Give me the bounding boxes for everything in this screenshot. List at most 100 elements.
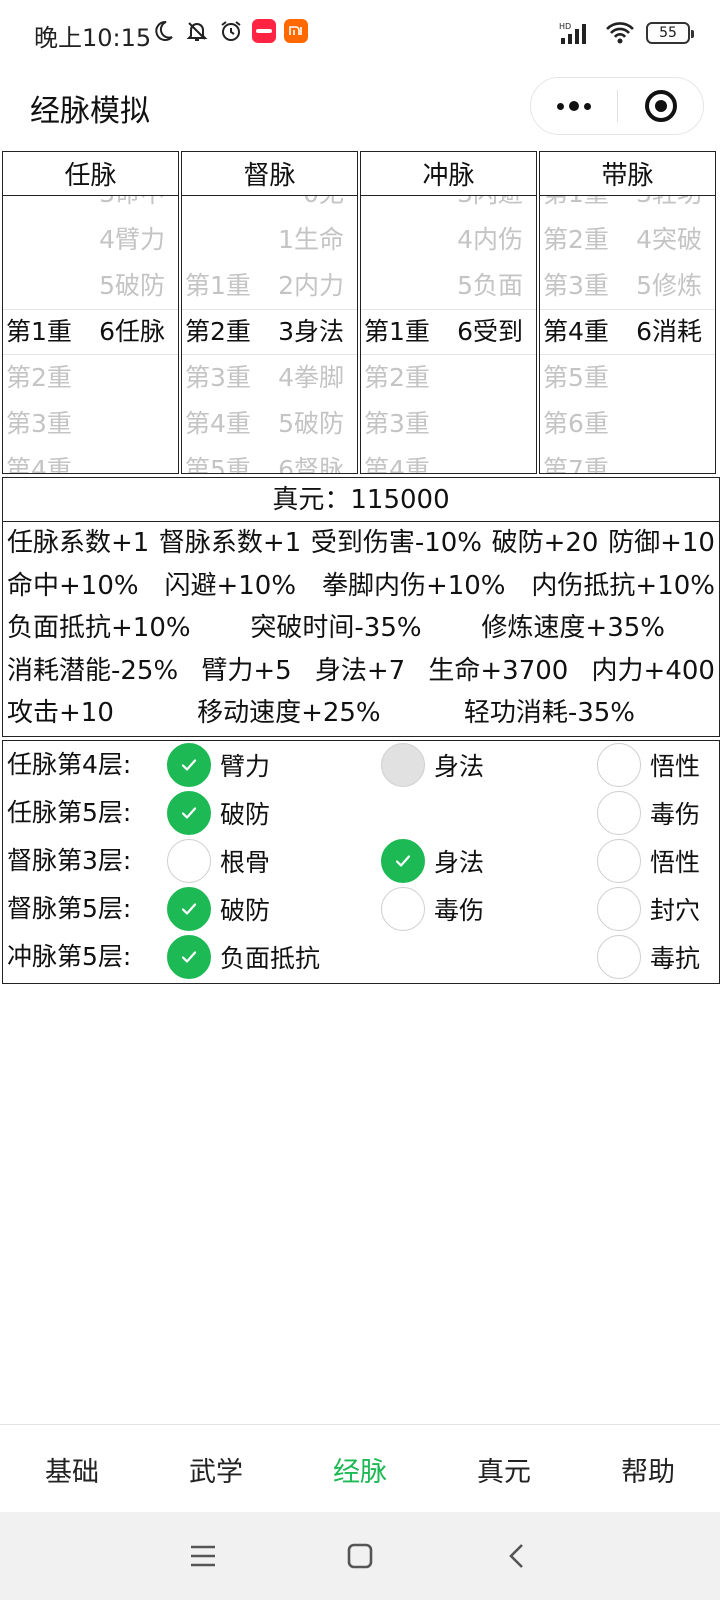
picker-row[interactable]: 第4重 5破防 xyxy=(182,401,357,447)
tab-basics[interactable]: 基础 xyxy=(0,1425,144,1513)
picker-wheel[interactable]: 第1重3轻功 第2重4突破 第3重5修炼 第4重6消耗 第5重 第6重 第7重 xyxy=(540,196,715,473)
picker-row[interactable]: 第3重 4拳脚 xyxy=(182,355,357,401)
choice-row: 任脉第4层: 臂力 身法 悟性 xyxy=(3,741,719,789)
back-icon[interactable] xyxy=(495,1534,539,1578)
picker-row[interactable]: 第4重 xyxy=(361,447,536,473)
picker-row[interactable]: 3命中 xyxy=(3,196,178,217)
radio-option[interactable]: 悟性 xyxy=(597,837,700,885)
picker-row[interactable]: 3闪避 xyxy=(361,196,536,217)
picker-row[interactable]: 4内伤 xyxy=(361,217,536,263)
radio-option[interactable]: 封穴 xyxy=(597,885,700,933)
check-circle-icon[interactable] xyxy=(597,839,641,883)
picker-wheel[interactable]: 0无 1生命 第1重2内力 第2重3身法 第3重4拳脚 第4重5破防 第5重6督… xyxy=(182,196,357,473)
picker-row-selected[interactable]: 第4重 6消耗 xyxy=(540,309,715,355)
attribute-choices: 任脉第4层: 臂力 身法 悟性 任脉第5层: 破防 毒伤 督脉第3层: 根骨 身… xyxy=(2,740,720,984)
picker-row[interactable]: 第2重 xyxy=(3,355,178,401)
radio-option[interactable]: 身法 xyxy=(381,741,484,789)
picker-row[interactable]: 5负面 xyxy=(361,263,536,309)
choice-row: 督脉第5层: 破防 毒伤 封穴 xyxy=(3,885,719,933)
effect-item: 督脉系数+1 xyxy=(158,528,302,558)
bell-off-icon xyxy=(184,18,210,44)
status-time: 晚上10:15 xyxy=(34,24,152,52)
effects-line: 攻击+10 移动速度+25% 轻功消耗-35% xyxy=(7,692,715,735)
picker-row[interactable]: 第6重 xyxy=(540,401,715,447)
check-circle-icon[interactable] xyxy=(381,839,425,883)
picker-wheel[interactable]: 3命中 4臂力 5破防 第1重6任脉 第2重 第3重 第4重 xyxy=(3,196,178,473)
option-label: 毒伤 xyxy=(650,800,701,829)
radio-option[interactable]: 负面抵抗 xyxy=(167,933,320,981)
choice-label: 督脉第5层: xyxy=(7,894,132,923)
effect-item: 负面抵抗+10% xyxy=(7,613,191,643)
picker-row-selected[interactable]: 第1重 6任脉 xyxy=(3,309,178,355)
network-type: HD xyxy=(559,22,571,31)
picker-row[interactable]: 第5重 xyxy=(540,355,715,401)
picker-title: 任脉 xyxy=(3,152,178,196)
more-button[interactable] xyxy=(531,101,617,111)
picker-row-selected[interactable]: 第2重 3身法 xyxy=(182,309,357,355)
picker-row-selected[interactable]: 第1重 6受到 xyxy=(361,309,536,355)
tab-meridians[interactable]: 经脉 xyxy=(288,1425,432,1513)
check-circle-icon[interactable] xyxy=(167,887,211,931)
effect-item: 生命+3700 xyxy=(428,655,569,686)
option-label: 根骨 xyxy=(220,848,271,877)
picker-row[interactable]: 第3重 5修炼 xyxy=(540,263,715,309)
picker-dumai[interactable]: 督脉 0无 1生命 第1重2内力 第2重3身法 第3重4拳脚 第4重5破防 第5… xyxy=(181,151,358,474)
radio-option[interactable]: 破防 xyxy=(167,789,270,837)
picker-row[interactable]: 第2重 4突破 xyxy=(540,217,715,263)
check-circle-icon[interactable] xyxy=(597,935,641,979)
check-circle-icon[interactable] xyxy=(167,743,211,787)
check-circle-icon[interactable] xyxy=(167,935,211,979)
menu-icon[interactable] xyxy=(181,1534,225,1578)
check-circle-icon[interactable] xyxy=(597,887,641,931)
check-circle-icon[interactable] xyxy=(167,791,211,835)
radio-option[interactable]: 毒伤 xyxy=(597,789,700,837)
tab-zhenyuan[interactable]: 真元 xyxy=(432,1425,576,1513)
option-label: 封穴 xyxy=(650,896,701,925)
check-circle-icon[interactable] xyxy=(597,743,641,787)
radio-option[interactable]: 毒伤 xyxy=(381,885,484,933)
effect-item: 闪避+10% xyxy=(164,570,297,601)
picker-row[interactable]: 第5重 6督脉 xyxy=(182,447,357,473)
option-label: 毒抗 xyxy=(650,944,701,973)
tab-help[interactable]: 帮助 xyxy=(576,1425,720,1513)
signal-icon: HD xyxy=(558,20,594,46)
radio-option[interactable]: 臂力 xyxy=(167,741,270,789)
home-icon[interactable] xyxy=(338,1534,382,1578)
effect-item: 突破时间-35% xyxy=(250,613,422,643)
close-button[interactable] xyxy=(618,90,703,122)
picker-row[interactable]: 第7重 xyxy=(540,447,715,473)
check-circle-icon[interactable] xyxy=(167,839,211,883)
picker-row[interactable]: 第1重3轻功 xyxy=(540,196,715,217)
picker-row[interactable]: 4臂力 xyxy=(3,217,178,263)
radio-option[interactable]: 毒抗 xyxy=(597,933,700,981)
radio-option[interactable]: 身法 xyxy=(381,837,484,885)
check-circle-icon[interactable] xyxy=(597,791,641,835)
picker-chongmai[interactable]: 冲脉 3闪避 4内伤 5负面 第1重6受到 第2重 第3重 第4重 xyxy=(360,151,537,474)
picker-row[interactable]: 第4重 xyxy=(3,447,178,473)
picker-renmai[interactable]: 任脉 3命中 4臂力 5破防 第1重6任脉 第2重 第3重 第4重 xyxy=(2,151,179,474)
radio-option[interactable]: 悟性 xyxy=(597,741,700,789)
effect-item: 拳脚内伤+10% xyxy=(321,570,506,601)
menu-capsule xyxy=(530,77,704,135)
picker-row[interactable]: 第1重 2内力 xyxy=(182,263,357,309)
picker-row[interactable]: 1生命 xyxy=(182,217,357,263)
check-circle-icon[interactable] xyxy=(381,743,425,787)
effect-item: 受到伤害-10% xyxy=(310,528,483,558)
picker-row[interactable]: 5破防 xyxy=(3,263,178,309)
effects-line: 命中+10% 闪避+10% 拳脚内伤+10% 内伤抵抗+10% xyxy=(7,565,715,608)
picker-row[interactable]: 第3重 xyxy=(361,401,536,447)
effect-item: 移动速度+25% xyxy=(197,698,381,728)
picker-wheel[interactable]: 3闪避 4内伤 5负面 第1重6受到 第2重 第3重 第4重 xyxy=(361,196,536,473)
picker-row[interactable]: 第2重 xyxy=(361,355,536,401)
picker-row[interactable]: 0无 xyxy=(182,196,357,217)
picker-daimai[interactable]: 带脉 第1重3轻功 第2重4突破 第3重5修炼 第4重6消耗 第5重 第6重 第… xyxy=(539,151,716,474)
picker-row[interactable]: 第3重 xyxy=(3,401,178,447)
radio-option[interactable]: 破防 xyxy=(167,885,270,933)
picker-title: 督脉 xyxy=(182,152,357,196)
tab-martial-arts[interactable]: 武学 xyxy=(144,1425,288,1513)
radio-option[interactable]: 根骨 xyxy=(167,837,270,885)
summary-panel: 真元：115000 任脉系数+1 督脉系数+1 受到伤害-10% 破防+20 防… xyxy=(2,477,720,737)
more-icon xyxy=(557,102,564,110)
effect-item: 修炼速度+35% xyxy=(481,613,665,643)
check-circle-icon[interactable] xyxy=(381,887,425,931)
